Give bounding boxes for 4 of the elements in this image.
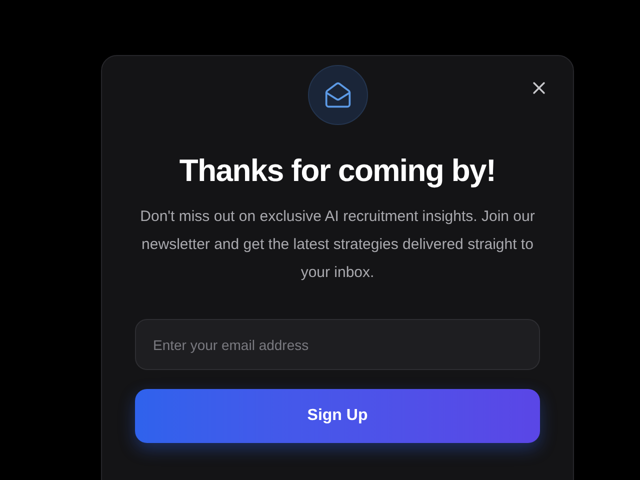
sign-up-button[interactable]: Sign Up [135, 389, 540, 443]
dialog-message: Don't miss out on exclusive AI recruitment insights. Join our newsletter and get the latest strategies delivered straight to your inbox. [139, 207, 536, 283]
email-field[interactable]: Enter your email address [135, 319, 540, 370]
dialog-title: Thanks for coming by! [179, 152, 496, 190]
